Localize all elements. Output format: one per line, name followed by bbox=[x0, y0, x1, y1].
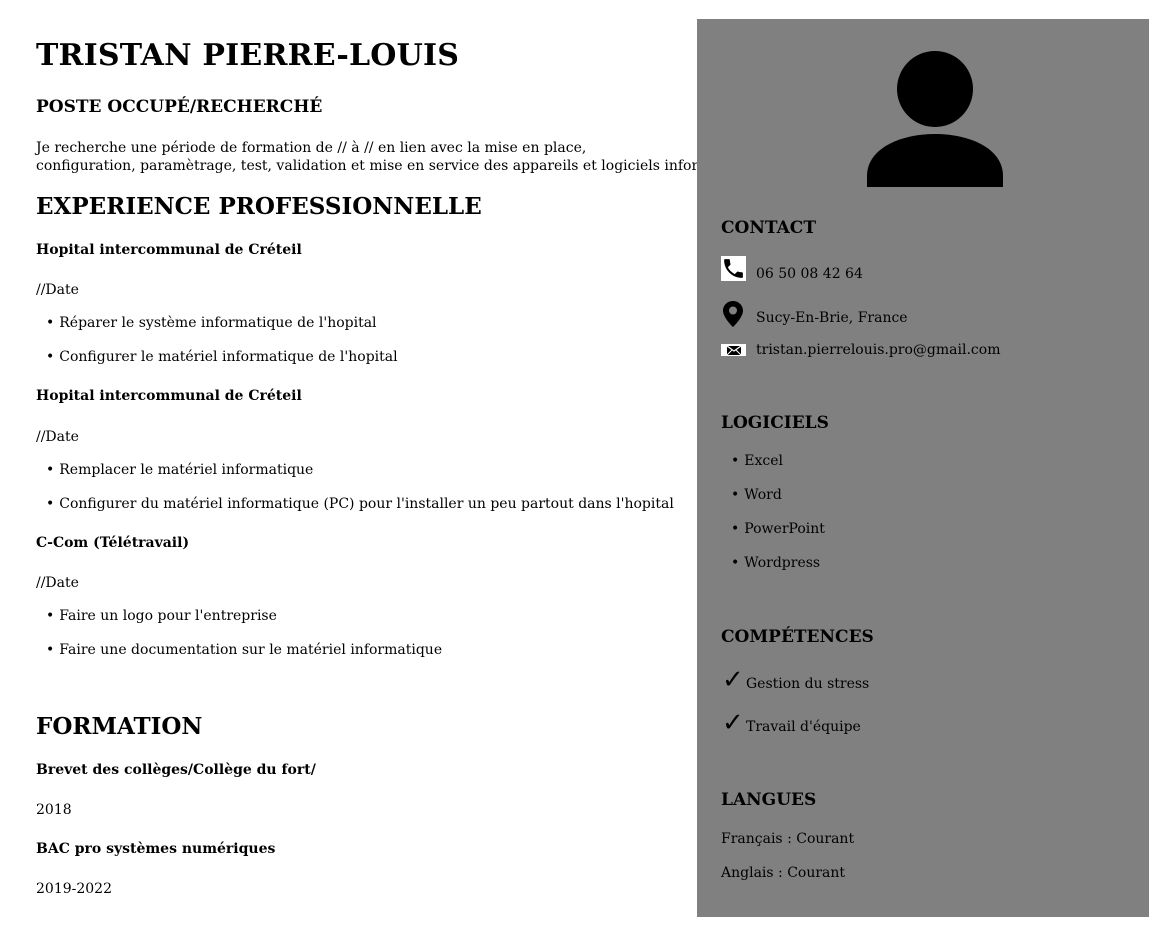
poste-line-2: configuration, paramètrage, test, valida… bbox=[36, 158, 761, 174]
formation-heading: FORMATION bbox=[36, 713, 203, 740]
person-name: TRISTAN PIERRE-LOUIS bbox=[36, 38, 460, 73]
experience-bullet: Configurer du matériel informatique (PC)… bbox=[46, 496, 674, 512]
langue-item: Français : Courant bbox=[721, 831, 855, 847]
formation-name: BAC pro systèmes numériques bbox=[36, 841, 276, 857]
competences-heading: COMPÉTENCES bbox=[721, 627, 874, 647]
logiciel-item: Wordpress bbox=[731, 555, 820, 571]
formation-year: 2019-2022 bbox=[36, 881, 112, 897]
experience-bullet: Faire un logo pour l'entreprise bbox=[46, 608, 277, 624]
checkmark-icon: ✓ bbox=[722, 708, 744, 738]
experience-bullet: Remplacer le matériel informatique bbox=[46, 462, 313, 478]
mail-icon bbox=[721, 344, 746, 356]
sidebar: CONTACT 06 50 08 42 64 Sucy-En-Brie, Fra… bbox=[697, 19, 1149, 917]
formation-year: 2018 bbox=[36, 802, 72, 818]
logiciel-item: PowerPoint bbox=[731, 521, 825, 537]
experience-company: Hopital intercommunal de Créteil bbox=[36, 388, 302, 404]
experience-date: //Date bbox=[36, 429, 79, 445]
logiciel-item: Word bbox=[731, 487, 782, 503]
poste-heading: POSTE OCCUPÉ/RECHERCHÉ bbox=[36, 97, 323, 117]
competence-item: Travail d'équipe bbox=[746, 719, 861, 735]
experience-heading: EXPERIENCE PROFESSIONNELLE bbox=[36, 193, 482, 220]
user-avatar-icon bbox=[865, 50, 1005, 190]
map-pin-icon bbox=[723, 301, 743, 327]
langue-item: Anglais : Courant bbox=[721, 865, 846, 881]
experience-company: C-Com (Télétravail) bbox=[36, 535, 190, 551]
poste-line-1: Je recherche une période de formation de… bbox=[36, 140, 587, 156]
contact-email[interactable]: tristan.pierrelouis.pro@gmail.com bbox=[756, 341, 1000, 359]
checkmark-icon: ✓ bbox=[722, 665, 744, 695]
contact-heading: CONTACT bbox=[721, 218, 816, 238]
experience-date: //Date bbox=[36, 575, 79, 591]
logiciel-item: Excel bbox=[731, 453, 783, 469]
competence-item: Gestion du stress bbox=[746, 676, 870, 692]
experience-date: //Date bbox=[36, 282, 79, 298]
logiciels-heading: LOGICIELS bbox=[721, 413, 829, 433]
contact-phone: 06 50 08 42 64 bbox=[756, 266, 863, 282]
experience-company: Hopital intercommunal de Créteil bbox=[36, 242, 302, 258]
formation-name: Brevet des collèges/Collège du fort/ bbox=[36, 762, 316, 778]
phone-icon bbox=[721, 256, 746, 281]
contact-location: Sucy-En-Brie, France bbox=[756, 310, 908, 326]
experience-bullet: Faire une documentation sur le matériel … bbox=[46, 642, 442, 658]
experience-bullet: Réparer le système informatique de l'hop… bbox=[46, 315, 376, 331]
langues-heading: LANGUES bbox=[721, 790, 817, 810]
experience-bullet: Configurer le matériel informatique de l… bbox=[46, 349, 397, 365]
